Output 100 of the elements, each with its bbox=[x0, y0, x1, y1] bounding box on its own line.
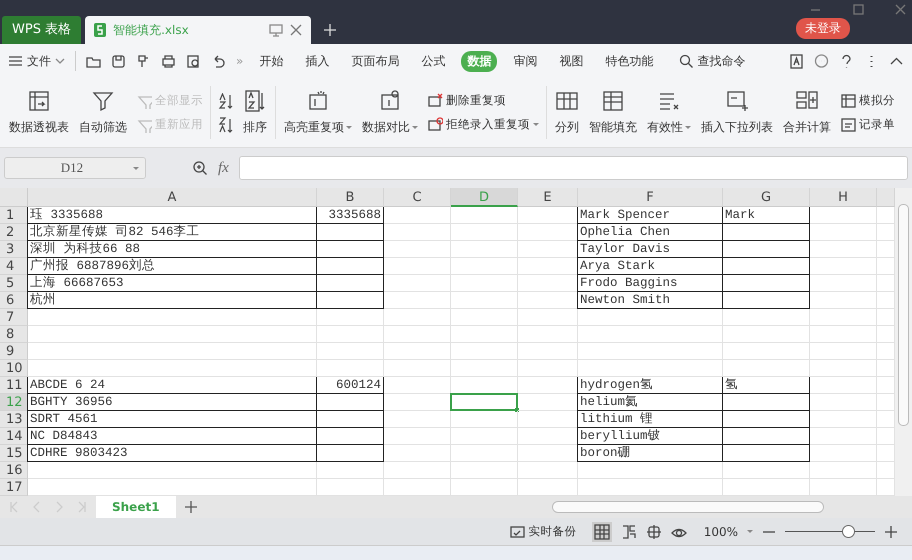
table-cell[interactable]: 3335688 bbox=[316, 207, 384, 224]
ribbon-button[interactable]: 智能填充 bbox=[584, 78, 642, 147]
ribbon-button[interactable]: 分列 bbox=[550, 78, 584, 147]
table-cell[interactable] bbox=[316, 445, 384, 462]
table-cell[interactable] bbox=[722, 411, 810, 428]
normal-view-icon[interactable] bbox=[592, 522, 612, 542]
column-header[interactable]: B bbox=[317, 188, 384, 207]
column-header[interactable]: H bbox=[810, 188, 877, 207]
row-header[interactable]: 2 bbox=[0, 224, 28, 241]
table-cell[interactable]: NC D84843 bbox=[27, 428, 317, 445]
name-box[interactable]: D12 bbox=[4, 157, 146, 179]
table-cell[interactable]: boron硼 bbox=[577, 445, 723, 462]
zoom-level[interactable]: 100% bbox=[704, 524, 738, 538]
brush-icon[interactable] bbox=[136, 54, 151, 68]
monitor-icon[interactable] bbox=[269, 23, 284, 37]
ribbon-button[interactable]: 删除重复项 bbox=[427, 92, 539, 108]
close-icon[interactable] bbox=[289, 23, 304, 37]
zoom-in-icon[interactable] bbox=[884, 526, 898, 538]
row-header[interactable]: 15 bbox=[0, 445, 28, 462]
table-cell[interactable] bbox=[316, 394, 384, 411]
table-cell[interactable]: beryllium铍 bbox=[577, 428, 723, 445]
formula-input[interactable] bbox=[238, 156, 908, 180]
row-header[interactable]: 13 bbox=[0, 411, 28, 428]
table-cell[interactable] bbox=[722, 445, 810, 462]
table-cell[interactable]: Taylor Davis bbox=[577, 241, 723, 258]
ribbon-button[interactable]: 高亮重复项 bbox=[279, 78, 357, 147]
function-button[interactable]: fx bbox=[218, 160, 229, 176]
table-cell[interactable] bbox=[316, 275, 384, 292]
table-cell[interactable]: Mark Spencer bbox=[577, 207, 723, 224]
speech-bubble-icon[interactable] bbox=[814, 54, 829, 68]
row-header[interactable]: 6 bbox=[0, 292, 28, 309]
table-cell[interactable]: Newton Smith bbox=[577, 292, 723, 309]
menu-tab[interactable]: 审阅 bbox=[507, 50, 544, 72]
row-header[interactable]: 16 bbox=[0, 462, 28, 479]
table-cell[interactable]: 珏 3335688 bbox=[27, 207, 317, 224]
table-cell[interactable]: CDHRE 9803423 bbox=[27, 445, 317, 462]
table-cell[interactable] bbox=[316, 258, 384, 275]
font-box-icon[interactable] bbox=[789, 54, 804, 68]
table-cell[interactable]: 杭州 bbox=[27, 292, 317, 309]
table-cell[interactable]: 氢 bbox=[722, 377, 810, 394]
table-cell[interactable] bbox=[722, 394, 810, 411]
menu-tab[interactable]: 开始 bbox=[253, 50, 290, 72]
menu-tab[interactable]: 特色功能 bbox=[599, 50, 660, 72]
table-cell[interactable] bbox=[722, 428, 810, 445]
menu-tab[interactable]: 插入 bbox=[299, 50, 336, 72]
select-all-corner[interactable] bbox=[0, 188, 28, 207]
table-cell[interactable]: Ophelia Chen bbox=[577, 224, 723, 241]
table-cell[interactable]: 广州报 6887896刘总 bbox=[27, 258, 317, 275]
plus-icon[interactable] bbox=[323, 23, 338, 37]
table-cell[interactable] bbox=[722, 241, 810, 258]
row-header[interactable]: 9 bbox=[0, 343, 28, 360]
ribbon-button[interactable]: 插入下拉列表 bbox=[696, 78, 778, 147]
print-icon[interactable] bbox=[161, 54, 176, 68]
row-header[interactable]: 4 bbox=[0, 258, 28, 275]
table-cell[interactable]: Arya Stark bbox=[577, 258, 723, 275]
zoom-icon[interactable] bbox=[192, 160, 208, 176]
table-cell[interactable] bbox=[316, 411, 384, 428]
ribbon-button[interactable]: 自动筛选 bbox=[74, 78, 132, 147]
table-cell[interactable] bbox=[722, 258, 810, 275]
column-header[interactable]: E bbox=[518, 188, 578, 207]
table-cell[interactable] bbox=[316, 292, 384, 309]
sort-descending-icon[interactable] bbox=[218, 116, 234, 132]
table-cell[interactable]: 深圳 为科技66 88 bbox=[27, 241, 317, 258]
table-cell[interactable] bbox=[316, 241, 384, 258]
table-cell[interactable]: hydrogen氢 bbox=[577, 377, 723, 394]
row-header[interactable]: 3 bbox=[0, 241, 28, 258]
row-header[interactable]: 8 bbox=[0, 326, 28, 343]
add-sheet-icon[interactable] bbox=[184, 500, 198, 514]
ribbon-button[interactable]: 有效性 bbox=[642, 78, 696, 147]
table-cell[interactable] bbox=[722, 275, 810, 292]
table-cell[interactable]: ABCDE 6 24 bbox=[27, 377, 317, 394]
page-break-icon[interactable] bbox=[620, 524, 637, 540]
vertical-scrollbar[interactable] bbox=[895, 188, 912, 496]
table-cell[interactable]: 北京新星传媒 司82 546李工 bbox=[27, 224, 317, 241]
table-cell[interactable] bbox=[722, 292, 810, 309]
row-header[interactable]: 5 bbox=[0, 275, 28, 292]
ribbon-button[interactable]: 模拟分 bbox=[840, 92, 895, 108]
row-header[interactable]: 11 bbox=[0, 377, 28, 394]
menu-tab[interactable]: 页面布局 bbox=[345, 50, 406, 72]
row-header[interactable]: 14 bbox=[0, 428, 28, 445]
ribbon-button[interactable]: 拒绝录入重复项 bbox=[427, 116, 539, 132]
table-cell[interactable] bbox=[316, 224, 384, 241]
table-cell[interactable]: SDRT 4561 bbox=[27, 411, 317, 428]
row-header[interactable]: 7 bbox=[0, 309, 28, 326]
table-cell[interactable]: 上海 66687653 bbox=[27, 275, 317, 292]
table-cell[interactable] bbox=[316, 428, 384, 445]
menu-tab[interactable]: 视图 bbox=[553, 50, 590, 72]
search-command[interactable]: 查找命令 bbox=[679, 52, 746, 70]
ribbon-button[interactable]: 排序 bbox=[238, 78, 272, 147]
column-header[interactable]: A bbox=[28, 188, 317, 207]
page-layout-icon[interactable] bbox=[646, 524, 662, 540]
sort-ascending-icon[interactable] bbox=[218, 92, 234, 108]
login-button[interactable]: 未登录 bbox=[796, 18, 850, 39]
table-cell[interactable] bbox=[722, 224, 810, 241]
file-menu[interactable]: 文件 bbox=[8, 52, 65, 70]
save-icon[interactable] bbox=[111, 54, 126, 68]
column-header[interactable]: G bbox=[723, 188, 810, 207]
row-header[interactable]: 10 bbox=[0, 360, 28, 377]
preview-icon[interactable] bbox=[186, 54, 201, 68]
backup-button[interactable]: 实时备份 bbox=[510, 524, 577, 539]
